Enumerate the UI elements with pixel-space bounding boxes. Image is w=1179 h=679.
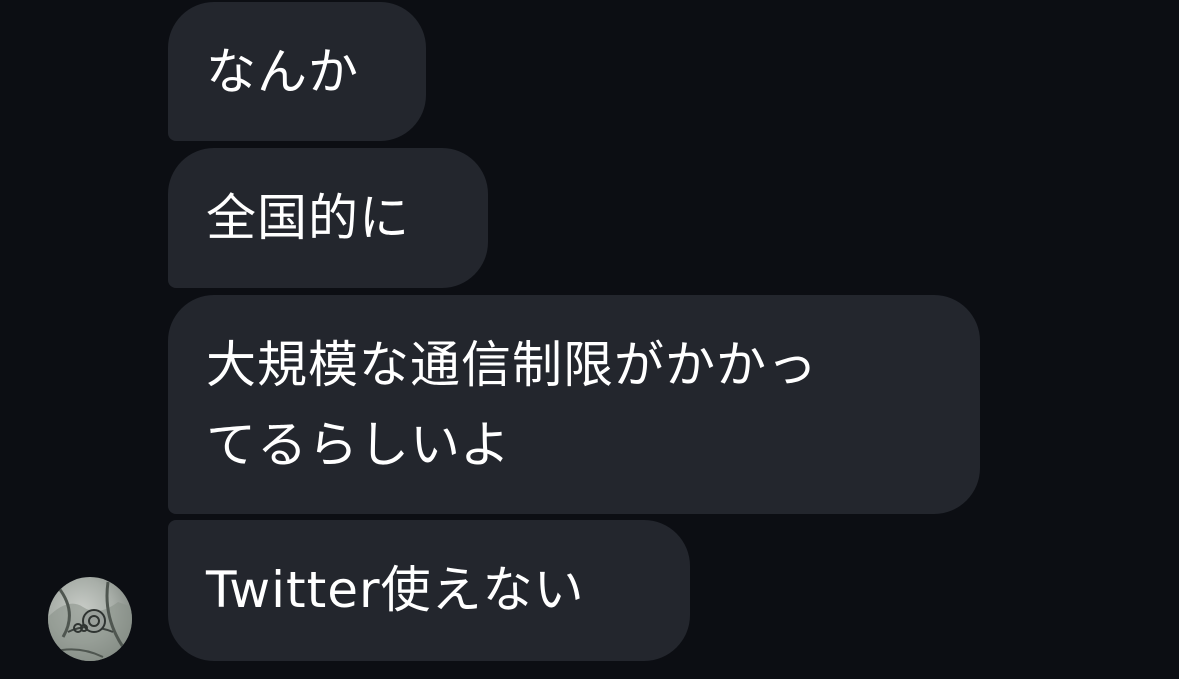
message-text: なんか [206, 43, 359, 101]
message-bubble-2[interactable]: 全国的に [168, 148, 488, 288]
message-bubble-1[interactable]: なんか [168, 2, 426, 141]
message-text: Twitter使えない [206, 561, 585, 619]
message-bubble-4[interactable]: Twitter使えない [168, 520, 690, 661]
message-text-line-1: 大規模な通信制限がかかっ [206, 336, 818, 394]
message-text: 全国的に [206, 189, 410, 247]
avatar-icon [48, 581, 132, 661]
sender-avatar[interactable] [48, 577, 132, 661]
message-text-line-2: てるらしいよ [206, 416, 511, 474]
message-bubble-3[interactable]: 大規模な通信制限がかかっ てるらしいよ [168, 295, 980, 514]
